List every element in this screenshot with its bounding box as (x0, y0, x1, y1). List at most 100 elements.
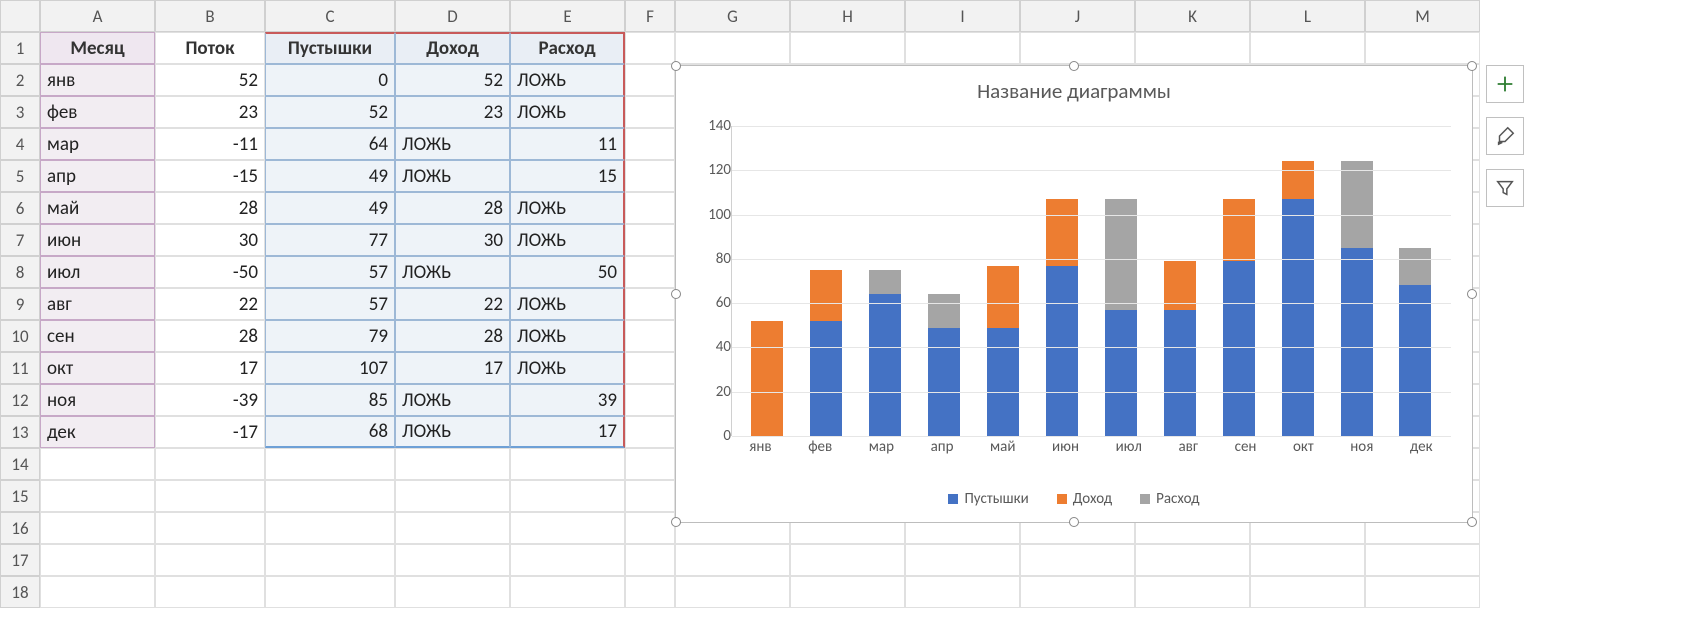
cell-A12[interactable]: ноя (40, 384, 155, 416)
cell-F7[interactable] (625, 224, 675, 256)
col-header-J[interactable]: J (1020, 0, 1135, 32)
cell-B1[interactable]: Поток (155, 32, 265, 64)
cell-A8[interactable]: июл (40, 256, 155, 288)
cell-A16[interactable] (40, 512, 155, 544)
chart-resize-handle[interactable] (671, 517, 681, 527)
cell-H18[interactable] (790, 576, 905, 608)
cell-A4[interactable]: мар (40, 128, 155, 160)
cell-H1[interactable] (790, 32, 905, 64)
cell-B7[interactable]: 30 (155, 224, 265, 256)
cell-F17[interactable] (625, 544, 675, 576)
row-header-12[interactable]: 12 (0, 384, 40, 416)
cell-A7[interactable]: июн (40, 224, 155, 256)
bar-апр[interactable] (928, 294, 960, 436)
bar-сен[interactable] (1223, 199, 1255, 436)
cell-C13[interactable]: 68 (265, 416, 395, 448)
cell-J1[interactable] (1020, 32, 1135, 64)
cell-D18[interactable] (395, 576, 510, 608)
chart-resize-handle[interactable] (671, 61, 681, 71)
cell-D12[interactable]: ЛОЖЬ (395, 384, 510, 416)
bar-segment[interactable] (1399, 248, 1431, 286)
bar-segment[interactable] (1341, 161, 1373, 247)
bar-мар[interactable] (869, 270, 901, 436)
cell-B18[interactable] (155, 576, 265, 608)
cell-J17[interactable] (1020, 544, 1135, 576)
bar-segment[interactable] (810, 321, 842, 436)
bar-авг[interactable] (1164, 261, 1196, 436)
cell-E3[interactable]: ЛОЖЬ (510, 96, 625, 128)
bar-янв[interactable] (751, 321, 783, 436)
cell-F15[interactable] (625, 480, 675, 512)
col-header-H[interactable]: H (790, 0, 905, 32)
cell-C8[interactable]: 57 (265, 256, 395, 288)
row-header-8[interactable]: 8 (0, 256, 40, 288)
cell-A15[interactable] (40, 480, 155, 512)
cell-E13[interactable]: 17 (510, 416, 625, 448)
bar-июл[interactable] (1105, 199, 1137, 436)
bar-segment[interactable] (810, 270, 842, 321)
bar-segment[interactable] (869, 294, 901, 436)
row-header-1[interactable]: 1 (0, 32, 40, 64)
row-header-16[interactable]: 16 (0, 512, 40, 544)
cell-E9[interactable]: ЛОЖЬ (510, 288, 625, 320)
bar-segment[interactable] (1046, 266, 1078, 437)
row-header-11[interactable]: 11 (0, 352, 40, 384)
chart-styles-button[interactable] (1486, 117, 1524, 155)
row-header-13[interactable]: 13 (0, 416, 40, 448)
cell-C17[interactable] (265, 544, 395, 576)
chart-resize-handle[interactable] (1467, 61, 1477, 71)
cell-I1[interactable] (905, 32, 1020, 64)
row-header-7[interactable]: 7 (0, 224, 40, 256)
cell-F6[interactable] (625, 192, 675, 224)
cell-C2[interactable]: 0 (265, 64, 395, 96)
cell-D8[interactable]: ЛОЖЬ (395, 256, 510, 288)
cell-D9[interactable]: 22 (395, 288, 510, 320)
cell-B8[interactable]: -50 (155, 256, 265, 288)
cell-D13[interactable]: ЛОЖЬ (395, 416, 510, 448)
row-header-14[interactable]: 14 (0, 448, 40, 480)
cell-E1[interactable]: Расход (510, 32, 625, 64)
cell-C1[interactable]: Пустышки (265, 32, 395, 64)
cell-M17[interactable] (1365, 544, 1480, 576)
bar-segment[interactable] (1282, 199, 1314, 436)
bar-май[interactable] (987, 266, 1019, 437)
cell-E14[interactable] (510, 448, 625, 480)
cell-C9[interactable]: 57 (265, 288, 395, 320)
col-header-C[interactable]: C (265, 0, 395, 32)
cell-A17[interactable] (40, 544, 155, 576)
bar-segment[interactable] (751, 321, 783, 436)
chart-legend[interactable]: Пустышки Доход Расход (676, 490, 1472, 508)
cell-D10[interactable]: 28 (395, 320, 510, 352)
row-header-10[interactable]: 10 (0, 320, 40, 352)
cell-E12[interactable]: 39 (510, 384, 625, 416)
cell-F2[interactable] (625, 64, 675, 96)
row-header-2[interactable]: 2 (0, 64, 40, 96)
cell-C6[interactable]: 49 (265, 192, 395, 224)
cell-E11[interactable]: ЛОЖЬ (510, 352, 625, 384)
cell-I18[interactable] (905, 576, 1020, 608)
cell-E2[interactable]: ЛОЖЬ (510, 64, 625, 96)
cell-B4[interactable]: -11 (155, 128, 265, 160)
cell-A14[interactable] (40, 448, 155, 480)
cell-C15[interactable] (265, 480, 395, 512)
col-header-E[interactable]: E (510, 0, 625, 32)
cell-B15[interactable] (155, 480, 265, 512)
cell-E10[interactable]: ЛОЖЬ (510, 320, 625, 352)
chart-resize-handle[interactable] (671, 289, 681, 299)
row-header-4[interactable]: 4 (0, 128, 40, 160)
cell-F9[interactable] (625, 288, 675, 320)
legend-item[interactable]: Расход (1140, 490, 1199, 508)
cell-L18[interactable] (1250, 576, 1365, 608)
cell-F12[interactable] (625, 384, 675, 416)
cell-L17[interactable] (1250, 544, 1365, 576)
bar-segment[interactable] (1282, 161, 1314, 199)
col-header-L[interactable]: L (1250, 0, 1365, 32)
bar-segment[interactable] (1223, 261, 1255, 436)
bar-окт[interactable] (1282, 161, 1314, 436)
cell-F8[interactable] (625, 256, 675, 288)
cell-F1[interactable] (625, 32, 675, 64)
col-header-G[interactable]: G (675, 0, 790, 32)
chart-resize-handle[interactable] (1467, 517, 1477, 527)
cell-C14[interactable] (265, 448, 395, 480)
bar-segment[interactable] (1046, 199, 1078, 265)
